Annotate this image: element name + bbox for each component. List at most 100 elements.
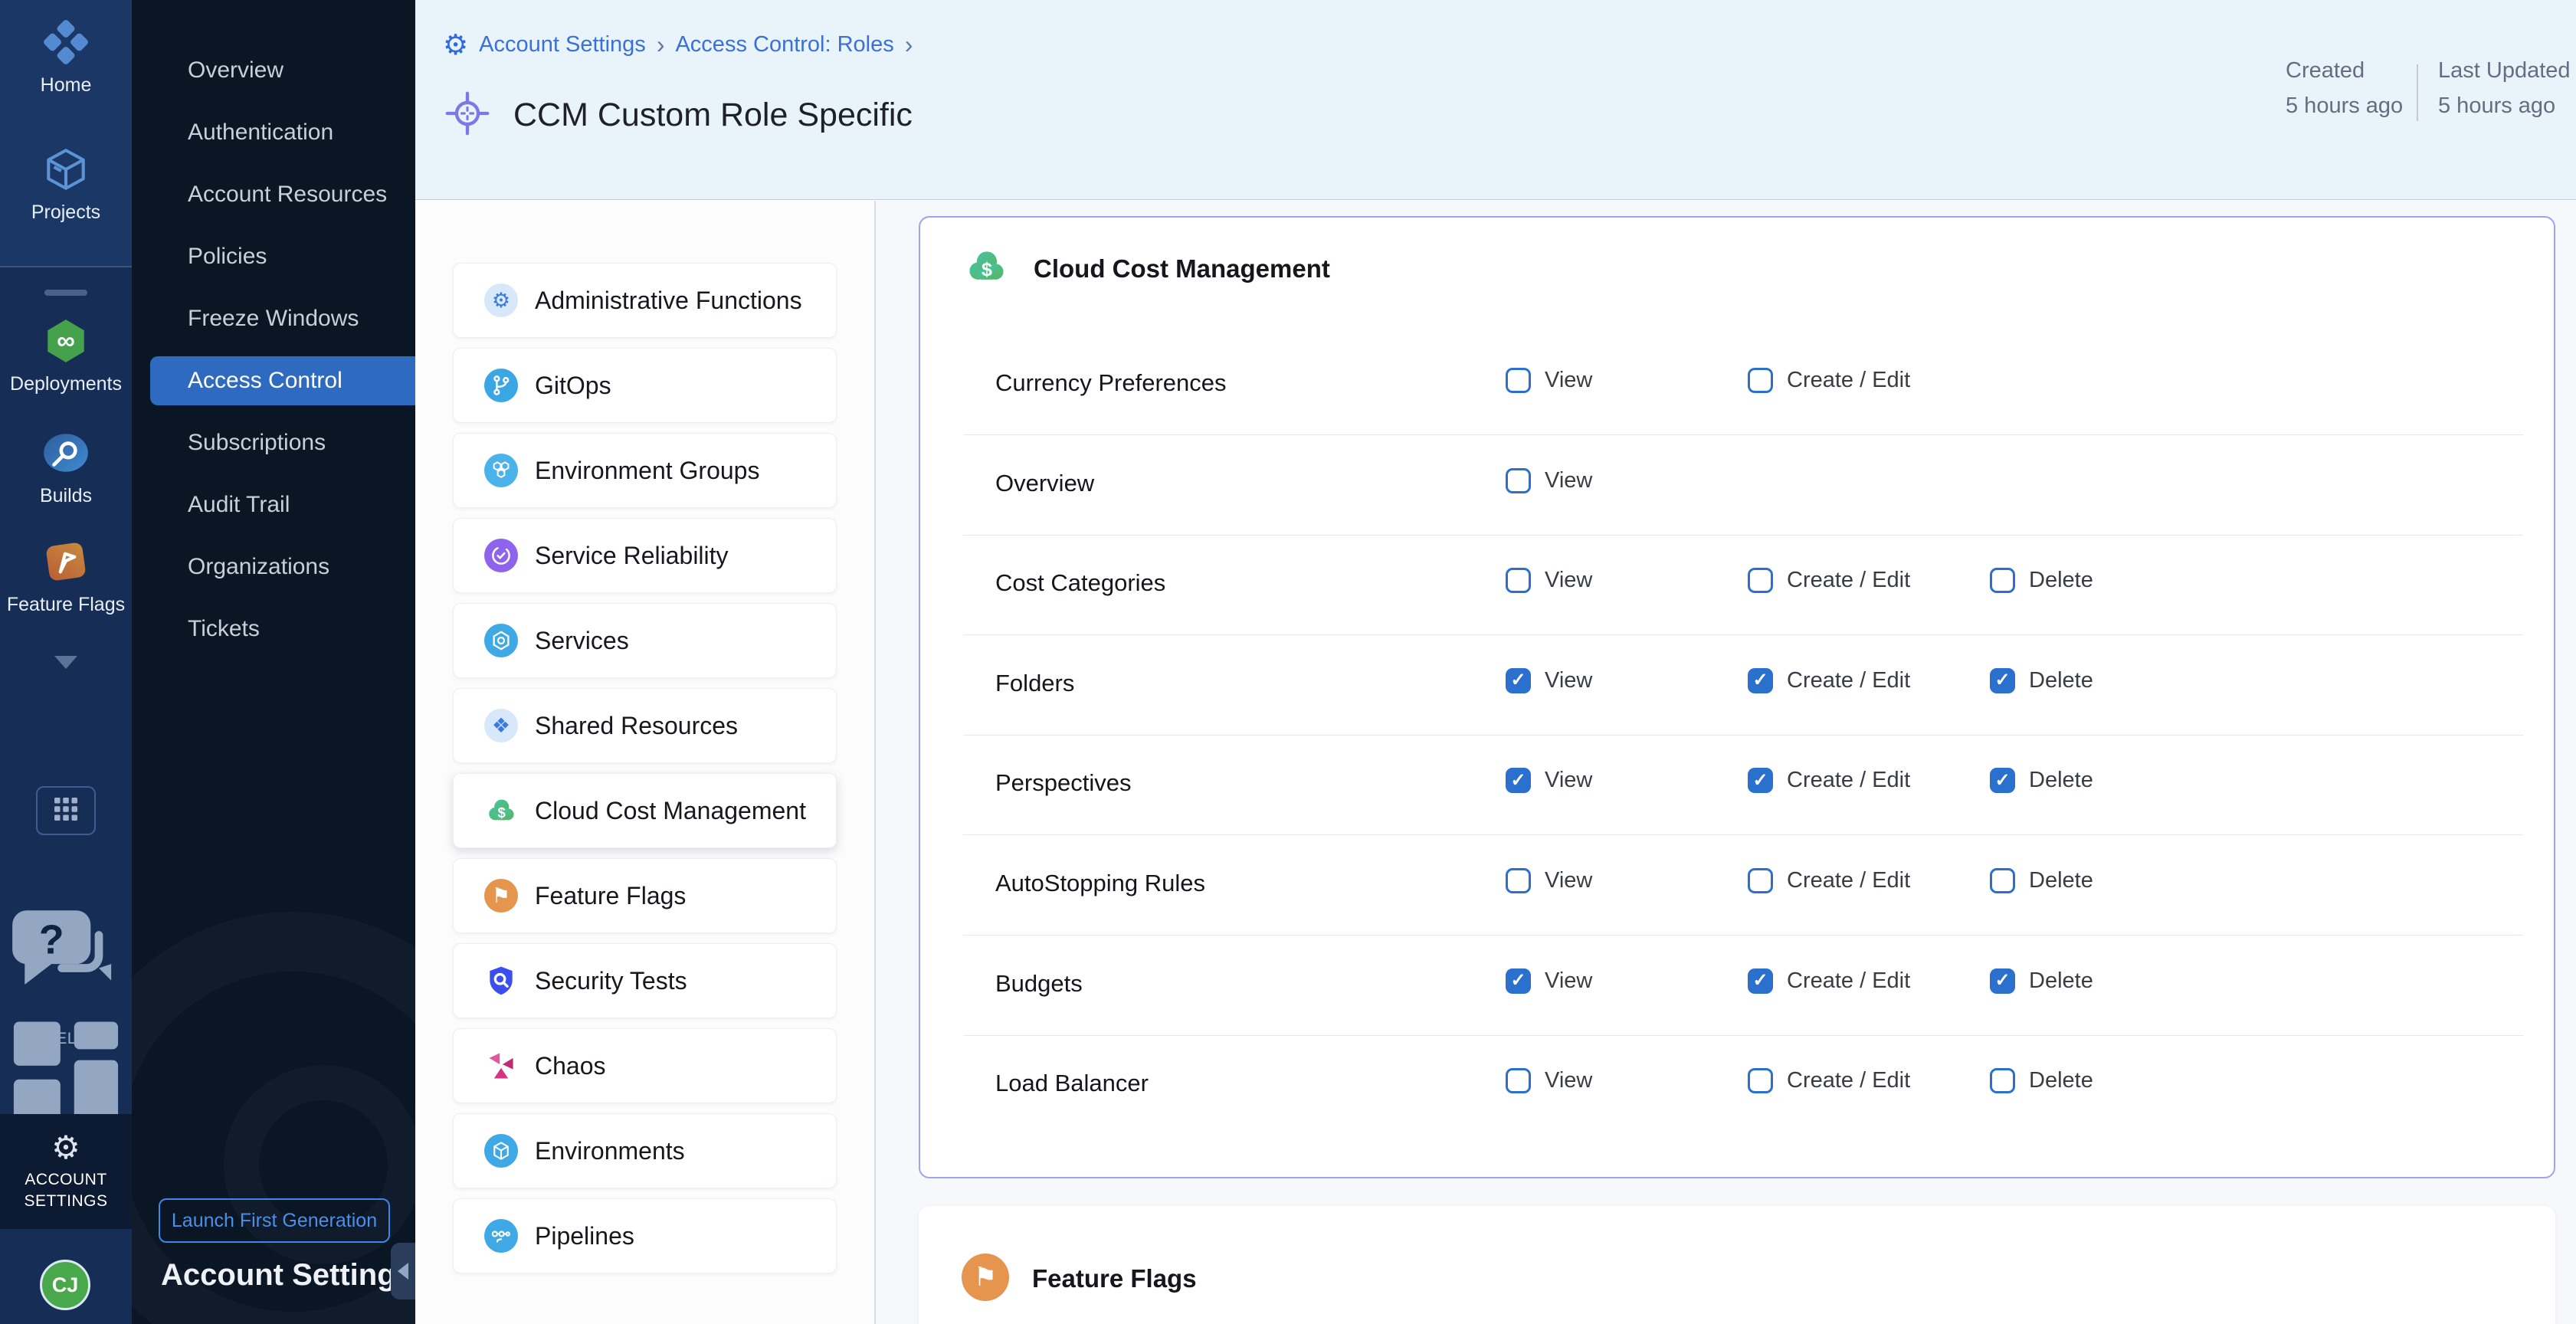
resource-category-chaos[interactable]: Chaos <box>453 1028 837 1103</box>
settings-sidebar: Overview Authentication Account Resource… <box>132 0 415 1324</box>
git-branch-icon <box>484 369 518 402</box>
checkbox-folders-delete[interactable]: ✓ <box>1990 668 2015 693</box>
settings-nav-item-tickets[interactable]: Tickets <box>132 605 415 654</box>
cloud-dollar-icon: $ <box>484 794 518 828</box>
module-sidebar-item-builds[interactable]: Builds <box>0 428 132 507</box>
permission-cell: ✓ Create / Edit <box>1748 768 1910 793</box>
breadcrumb: ⚙ Account Settings › Access Control: Rol… <box>443 31 913 59</box>
chevron-down-icon[interactable] <box>54 656 77 669</box>
breadcrumb-access-control-roles[interactable]: Access Control: Roles <box>675 32 893 57</box>
module-grid-button[interactable] <box>36 786 96 835</box>
permission-resource-label: AutoStopping Rules <box>995 870 1205 897</box>
harness-account-settings-screen: Home Projects ∞ Deployments Builds Featu… <box>0 0 2576 1324</box>
checkbox-budgets-create-edit[interactable]: ✓ <box>1748 968 1773 994</box>
resource-category-service-reliability[interactable]: Service Reliability <box>453 518 837 593</box>
sidebar-divider <box>0 266 132 267</box>
row-divider <box>963 535 2523 536</box>
launch-first-generation-button[interactable]: Launch First Generation <box>159 1198 390 1243</box>
permission-cell: ✓ View <box>1506 468 1592 493</box>
permission-cell: ✓ Delete <box>1990 568 2093 593</box>
permission-cell: ✓ Create / Edit <box>1748 368 1910 393</box>
sidebar-collapse-button[interactable] <box>391 1243 415 1299</box>
last-updated-meta: Last Updated 5 hours ago <box>2438 58 2571 119</box>
resource-category-cloud-cost-management[interactable]: $ Cloud Cost Management <box>453 773 837 848</box>
settings-nav-item-overview[interactable]: Overview <box>132 46 415 95</box>
module-sidebar-item-feature-flags[interactable]: Feature Flags <box>0 536 132 616</box>
checkbox-folders-view[interactable]: ✓ <box>1506 668 1531 693</box>
resource-category-gitops[interactable]: GitOps <box>453 348 837 423</box>
module-sidebar-item-projects[interactable]: Projects <box>0 144 132 224</box>
checkbox-autostopping-rules-delete[interactable]: ✓ <box>1990 868 2015 893</box>
next-section-card: ⚑ Feature Flags <box>919 1206 2555 1324</box>
flag-icon: ⚑ <box>974 1264 997 1290</box>
shield-search-icon <box>484 964 518 998</box>
checkbox-perspectives-view[interactable]: ✓ <box>1506 768 1531 793</box>
resource-category-services[interactable]: Services <box>453 603 837 678</box>
checkbox-currency-preferences-view[interactable]: ✓ <box>1506 368 1531 393</box>
permission-resource-label: Cost Categories <box>995 569 1165 597</box>
checkbox-currency-preferences-create-edit[interactable]: ✓ <box>1748 368 1773 393</box>
breadcrumb-account-settings[interactable]: Account Settings <box>479 32 646 57</box>
resource-category-environment-groups[interactable]: Environment Groups <box>453 433 837 508</box>
diamond-cluster-icon: ❖ <box>484 709 518 742</box>
permission-cell: ✓ Delete <box>1990 868 2093 893</box>
row-divider <box>963 1035 2523 1036</box>
created-value: 5 hours ago <box>2286 93 2403 119</box>
checkbox-load-balancer-create-edit[interactable]: ✓ <box>1748 1068 1773 1093</box>
resource-category-environments[interactable]: Environments <box>453 1113 837 1188</box>
permission-cell: ✓ Delete <box>1990 1068 2093 1093</box>
resource-category-feature-flags[interactable]: ⚑ Feature Flags <box>453 858 837 933</box>
checkbox-autostopping-rules-create-edit[interactable]: ✓ <box>1748 868 1773 893</box>
permission-cell: ✓ View <box>1506 968 1592 994</box>
resource-category-administrative-functions[interactable]: ⚙ Administrative Functions <box>453 263 837 338</box>
resource-category-security-tests[interactable]: Security Tests <box>453 943 837 1018</box>
checkbox-budgets-view[interactable]: ✓ <box>1506 968 1531 994</box>
user-avatar[interactable]: CJ <box>40 1260 90 1310</box>
checkbox-cost-categories-delete[interactable]: ✓ <box>1990 568 2015 593</box>
feature-flags-circle-icon: ⚑ <box>962 1254 1009 1301</box>
checkbox-cost-categories-create-edit[interactable]: ✓ <box>1748 568 1773 593</box>
settings-nav-item-audit-trail[interactable]: Audit Trail <box>132 480 415 529</box>
settings-nav-item-account-resources[interactable]: Account Resources <box>132 170 415 219</box>
chevron-left-icon <box>398 1263 408 1280</box>
module-sidebar-item-deployments[interactable]: ∞ Deployments <box>0 316 132 395</box>
checkbox-overview-view[interactable]: ✓ <box>1506 468 1531 493</box>
permission-resource-label: Perspectives <box>995 769 1131 797</box>
chaos-pinwheel-icon <box>484 1049 518 1083</box>
settings-nav-item-freeze-windows[interactable]: Freeze Windows <box>132 294 415 343</box>
settings-nav-item-policies[interactable]: Policies <box>132 232 415 281</box>
breadcrumb-separator: › <box>905 31 913 59</box>
checkbox-cost-categories-view[interactable]: ✓ <box>1506 568 1531 593</box>
permission-cell: ✓ Create / Edit <box>1748 568 1910 593</box>
help-bubble-icon: ? <box>0 886 132 1021</box>
environment-cube-icon <box>484 1134 518 1168</box>
flag-icon: ⚑ <box>484 879 518 913</box>
checkbox-perspectives-delete[interactable]: ✓ <box>1990 768 2015 793</box>
settings-nav-item-authentication[interactable]: Authentication <box>132 108 415 157</box>
checkbox-perspectives-create-edit[interactable]: ✓ <box>1748 768 1773 793</box>
breadcrumb-gear-icon: ⚙ <box>443 31 468 59</box>
created-meta: Created 5 hours ago <box>2286 58 2403 119</box>
sidebar-drag-handle[interactable] <box>44 290 87 296</box>
checkbox-load-balancer-view[interactable]: ✓ <box>1506 1068 1531 1093</box>
content-area: ⚙ Administrative Functions GitOps Enviro… <box>415 201 2576 1324</box>
settings-nav-item-access-control[interactable]: Access Control <box>150 356 415 405</box>
permission-cell: ✓ Create / Edit <box>1748 668 1910 693</box>
settings-nav-item-subscriptions[interactable]: Subscriptions <box>132 418 415 467</box>
resource-category-shared-resources[interactable]: ❖ Shared Resources <box>453 688 837 763</box>
sidebar-item-account-settings[interactable]: ⚙ ACCOUNT SETTINGS <box>0 1114 132 1229</box>
module-sidebar-item-home[interactable]: Home <box>0 17 132 97</box>
settings-sidebar-title: Account Settings <box>161 1258 413 1293</box>
checkbox-budgets-delete[interactable]: ✓ <box>1990 968 2015 994</box>
svg-text:$: $ <box>982 259 992 280</box>
settings-nav-item-organizations[interactable]: Organizations <box>132 542 415 592</box>
created-label: Created <box>2286 58 2403 84</box>
permission-resource-label: Currency Preferences <box>995 369 1227 397</box>
checkbox-autostopping-rules-view[interactable]: ✓ <box>1506 868 1531 893</box>
checkbox-load-balancer-delete[interactable]: ✓ <box>1990 1068 2015 1093</box>
row-divider <box>963 834 2523 835</box>
cloud-dollar-icon: $ <box>963 244 1009 290</box>
row-divider <box>963 935 2523 936</box>
resource-category-pipelines[interactable]: Pipelines <box>453 1198 837 1273</box>
checkbox-folders-create-edit[interactable]: ✓ <box>1748 668 1773 693</box>
